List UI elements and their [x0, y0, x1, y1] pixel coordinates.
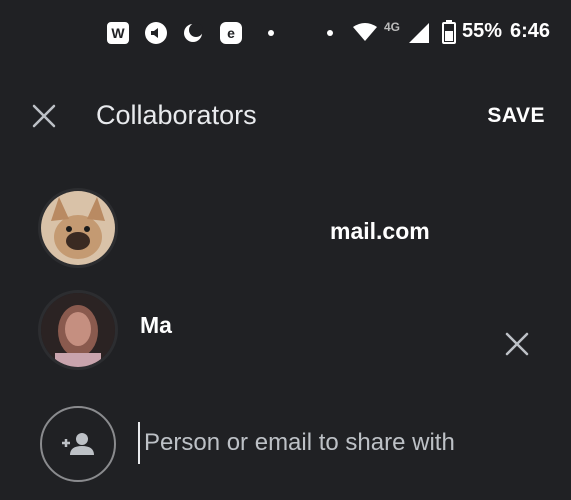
- network-type: 4G: [384, 20, 401, 34]
- dog-avatar: [38, 188, 118, 268]
- collaborator-row: Ma: [0, 286, 571, 386]
- person-avatar: [38, 290, 118, 370]
- moon-icon: [182, 22, 204, 44]
- add-person-icon: [40, 406, 116, 482]
- close-icon[interactable]: [30, 102, 58, 130]
- status-bar: W e 4G 55% 6:46: [0, 0, 571, 68]
- volume-icon: [145, 22, 167, 44]
- collaborator-row: mail.com: [0, 180, 571, 280]
- wifi-icon: [353, 23, 377, 41]
- page-title: Collaborators: [96, 100, 257, 130]
- app-bar: Collaborators SAVE: [0, 80, 571, 152]
- remove-collaborator-icon[interactable]: [503, 330, 531, 358]
- notification-dot: [327, 30, 333, 36]
- collaborator-email: mail.com: [330, 218, 430, 244]
- notification-dot: [268, 30, 274, 36]
- wiki-icon: W: [107, 22, 129, 44]
- battery-percent: 55%: [462, 20, 503, 42]
- clock: 6:46: [510, 20, 551, 42]
- battery-icon: [442, 20, 456, 44]
- collaborator-name: Ma: [140, 312, 172, 338]
- signal-icon: [409, 23, 429, 43]
- save-button[interactable]: SAVE: [487, 104, 545, 128]
- share-input[interactable]: [138, 422, 546, 464]
- e-icon: e: [220, 22, 242, 44]
- share-row: [0, 400, 571, 500]
